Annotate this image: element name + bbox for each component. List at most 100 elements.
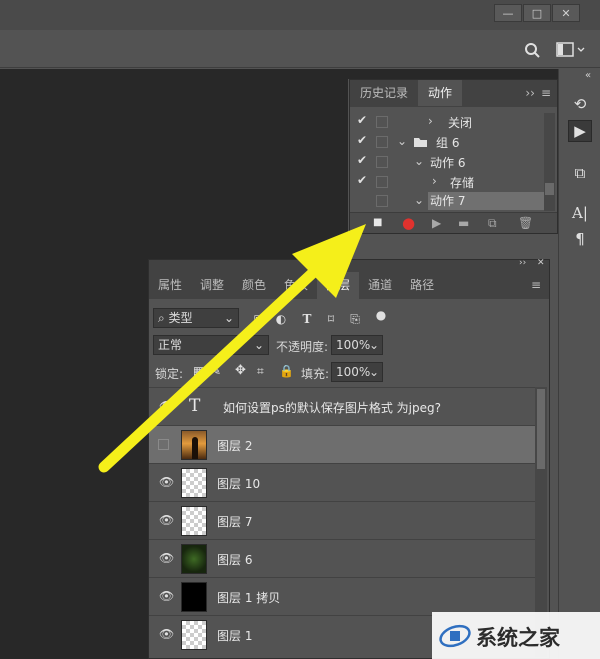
action-row-close[interactable]: ✔ › 关闭 (350, 112, 544, 132)
eye-icon[interactable]: 👁 (159, 627, 174, 641)
clone-source-icon[interactable]: ⧉ (568, 162, 592, 184)
action-row-group6[interactable]: ✔ ⌄ 组 6 (350, 132, 544, 152)
adjustment-filter-icon[interactable]: ◐ (273, 311, 289, 327)
smart-object-filter-icon[interactable]: ⎘ (347, 311, 363, 327)
minimize-icon: — (502, 6, 514, 20)
dock-collapse-icon[interactable]: « (585, 70, 591, 81)
chevron-down-icon: ⌄ (253, 338, 264, 352)
history-brush-icon[interactable]: ⟲ (568, 93, 592, 115)
panel-menu-icon[interactable]: ≡ (523, 272, 549, 299)
tab-adjustments[interactable]: 调整 (191, 272, 233, 299)
play-icon[interactable]: ▶ (432, 216, 441, 230)
folder-icon (414, 138, 427, 147)
lock-transparent-icon[interactable]: ▦ (193, 364, 204, 378)
shape-filter-icon[interactable]: ⌑ (323, 311, 339, 327)
layer-row-6[interactable]: 👁 图层 6 (149, 539, 535, 577)
filter-toggle-icon[interactable]: ● (373, 307, 389, 323)
chevron-right-icon[interactable]: › (428, 114, 433, 128)
tab-color[interactable]: 颜色 (233, 272, 275, 299)
scrollbar-thumb[interactable] (545, 183, 554, 195)
lock-all-icon[interactable]: 🔒 (279, 364, 294, 378)
dialog-toggle-box[interactable] (376, 176, 388, 188)
panel-menu-icon[interactable]: ≡ (539, 80, 557, 106)
fill-input[interactable]: 100% ⌄ (331, 362, 383, 382)
chevron-right-icon[interactable]: › (432, 174, 437, 188)
tab-layers[interactable]: 图层 (317, 272, 360, 299)
stop-icon[interactable]: ■ (373, 217, 382, 228)
opacity-input[interactable]: 100% ⌄ (331, 335, 383, 355)
action-row-action7[interactable]: ⌄ 动作 7 (350, 191, 544, 211)
panel-collapse-icon[interactable]: ›› (521, 80, 539, 106)
character-icon[interactable]: A| (568, 202, 592, 224)
tab-paths[interactable]: 路径 (401, 272, 443, 299)
layer-thumbnail (181, 582, 207, 612)
dialog-toggle-box[interactable] (376, 195, 388, 207)
check-icon[interactable]: ✔ (357, 153, 367, 167)
search-button[interactable] (523, 41, 541, 59)
chevron-down-icon[interactable]: ⌄ (397, 134, 407, 148)
document-canvas-strip (348, 69, 558, 79)
layer-row-10[interactable]: 👁 图层 10 (149, 463, 535, 501)
eye-icon[interactable]: 👁 (159, 551, 174, 565)
lock-label: 锁定: (155, 367, 184, 381)
lock-position-icon[interactable]: ✥ (235, 363, 246, 378)
chevron-down-icon: ⌄ (368, 365, 379, 379)
layer-thumbnail (181, 544, 207, 574)
eye-icon[interactable]: 👁 (159, 589, 174, 603)
tab-channels[interactable]: 通道 (359, 272, 401, 299)
action-row-save[interactable]: ✔ › 存储 (350, 172, 544, 192)
chevron-down-icon: ⌄ (223, 311, 234, 325)
close-window-button[interactable]: ✕ (552, 4, 580, 22)
delete-trash-icon[interactable]: 🗑 (518, 216, 533, 230)
dialog-toggle-box[interactable] (376, 156, 388, 168)
fill-label: 填充: (301, 367, 330, 381)
scrollbar-thumb[interactable] (537, 389, 545, 469)
blend-mode-select[interactable]: 正常 ⌄ (153, 335, 269, 355)
actions-toolbar: ■ ● ▶ ▬ ⧉ 🗑 (350, 212, 557, 233)
check-icon[interactable]: ✔ (357, 133, 367, 147)
panel-close-icon[interactable]: ✕ (537, 258, 545, 268)
lock-image-icon[interactable]: ✎ (211, 364, 221, 378)
check-icon[interactable]: ✔ (357, 113, 367, 127)
eye-icon[interactable]: 👁 (159, 475, 174, 489)
search-icon: ⌕ (158, 311, 169, 325)
pixel-filter-icon[interactable]: ▣ (251, 311, 267, 327)
document-canvas-area[interactable] (148, 69, 348, 259)
eye-icon[interactable]: 👁 (159, 513, 174, 527)
tab-properties[interactable]: 属性 (149, 272, 191, 299)
tab-history[interactable]: 历史记录 (350, 80, 418, 106)
layers-panel: ›› ✕ 属性 调整 颜色 色板 图层 通道 路径 ≡ ⌕ 类型 ⌄ ▣ ◐ T … (148, 258, 550, 659)
action-row-action6[interactable]: ✔ ⌄ 动作 6 (350, 152, 544, 172)
visibility-toggle-box[interactable] (158, 439, 169, 450)
new-action-icon[interactable]: ⧉ (488, 216, 497, 231)
lock-artboard-icon[interactable]: ⌗ (257, 364, 264, 379)
record-icon[interactable]: ● (402, 214, 415, 232)
workspace-button[interactable] (556, 42, 586, 58)
new-set-folder-icon[interactable]: ▬ (458, 216, 469, 230)
dialog-toggle-box[interactable] (376, 136, 388, 148)
layer-row-7[interactable]: 👁 图层 7 (149, 501, 535, 539)
filter-type-select[interactable]: ⌕ 类型 ⌄ (153, 308, 239, 328)
check-icon[interactable]: ✔ (357, 173, 367, 187)
maximize-button[interactable]: □ (523, 4, 551, 22)
chevron-down-icon[interactable]: ⌄ (414, 154, 424, 168)
maximize-icon: □ (531, 6, 543, 20)
right-panel-dock (558, 69, 600, 659)
chevron-down-icon[interactable]: ⌄ (414, 193, 424, 207)
type-filter-icon[interactable]: T (299, 311, 315, 327)
actions-play-icon[interactable]: ▶ (568, 120, 592, 142)
layer-thumbnail (181, 430, 207, 460)
panel-collapse-icon[interactable]: ›› (519, 258, 526, 268)
eye-icon[interactable]: 👁 (159, 399, 174, 413)
minimize-button[interactable]: — (494, 4, 522, 22)
layer-row-2[interactable]: 图层 2 (149, 425, 535, 463)
layer-row-text[interactable]: 👁 T 如何设置ps的默认保存图片格式 为jpeg? (149, 387, 535, 425)
document-canvas[interactable] (0, 69, 148, 659)
watermark-text: 系统之家 (476, 626, 560, 650)
tab-swatches[interactable]: 色板 (275, 272, 317, 299)
actions-scrollbar[interactable] (544, 113, 555, 211)
paragraph-icon[interactable]: ¶ (568, 228, 592, 250)
tab-actions[interactable]: 动作 (418, 80, 463, 106)
layer-row-1-copy[interactable]: 👁 图层 1 拷贝 (149, 577, 535, 615)
dialog-toggle-box[interactable] (376, 116, 388, 128)
